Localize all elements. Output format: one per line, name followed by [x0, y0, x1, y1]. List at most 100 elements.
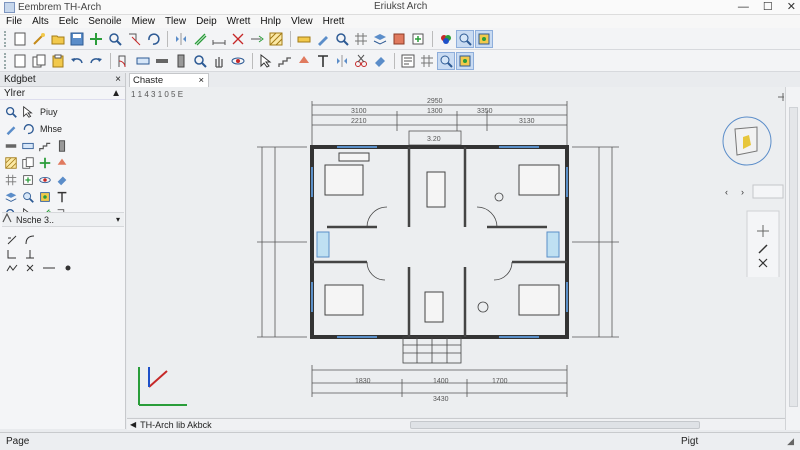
palette-collapse-button[interactable]: ▲ [111, 87, 121, 99]
stretch-button[interactable] [125, 30, 143, 48]
line-snap-icon[interactable] [6, 234, 18, 246]
navigation-cube[interactable]: ‹ › [685, 87, 785, 277]
resize-grip-icon[interactable]: ◢ [787, 436, 794, 447]
tab-document[interactable]: Chaste Eniniteh × [129, 73, 209, 99]
pen-icon[interactable] [4, 122, 18, 136]
snap-button[interactable] [475, 29, 493, 48]
horizontal-scrollbar[interactable] [410, 421, 700, 429]
perpendicular-icon[interactable] [24, 248, 36, 260]
palette-close-button[interactable]: × [115, 73, 121, 86]
scroll-left-icon[interactable]: ◀ [130, 420, 136, 429]
open-button[interactable] [49, 30, 67, 48]
cut-button[interactable] [352, 52, 370, 70]
color-button[interactable] [437, 30, 455, 48]
close-tab-icon[interactable]: × [198, 74, 204, 87]
menu-hnlp[interactable]: Hnlp [260, 16, 281, 27]
pan-button[interactable] [210, 52, 228, 70]
menu-deip[interactable]: Deip [196, 16, 217, 27]
toolbar-grip[interactable] [4, 30, 8, 47]
property-button[interactable] [399, 52, 417, 70]
rotate-button[interactable] [144, 30, 162, 48]
window-button[interactable] [134, 52, 152, 70]
copy-icon[interactable] [21, 156, 35, 170]
arc-snap-icon[interactable] [24, 234, 36, 246]
flip-button[interactable] [295, 52, 313, 70]
zoom-icon[interactable] [4, 105, 18, 119]
vertical-scrollbar[interactable] [785, 87, 800, 430]
stair-icon[interactable] [38, 139, 52, 153]
column-button[interactable] [172, 52, 190, 70]
move-button[interactable] [87, 30, 105, 48]
layout-tab-label[interactable]: TH-Arch lib Akbck [140, 420, 212, 430]
grid-icon[interactable] [4, 173, 18, 187]
polyline-icon[interactable] [6, 262, 18, 274]
maximize-button[interactable]: ☐ [763, 0, 773, 14]
minimize-button[interactable]: — [738, 0, 749, 14]
line-icon[interactable] [42, 262, 56, 274]
hatch-button[interactable] [267, 30, 285, 48]
text-button[interactable] [314, 52, 332, 70]
text-icon[interactable] [55, 190, 69, 204]
move-icon[interactable] [38, 156, 52, 170]
new-button[interactable] [11, 52, 29, 70]
insert-button[interactable] [409, 30, 427, 48]
menu-miew[interactable]: Miew [132, 16, 155, 27]
scrollbar-thumb[interactable] [789, 107, 798, 407]
copy-button[interactable] [30, 52, 48, 70]
mirror-button[interactable] [333, 52, 351, 70]
snap-button[interactable] [456, 51, 474, 70]
menu-tlew[interactable]: Tlew [165, 16, 186, 27]
menu-wrett[interactable]: Wrett [227, 16, 251, 27]
menu-alts[interactable]: Alts [32, 16, 49, 27]
zoom-window-button[interactable] [456, 29, 474, 48]
grid-button[interactable] [418, 52, 436, 70]
trim-button[interactable] [229, 30, 247, 48]
select-icon[interactable] [21, 105, 35, 119]
window-icon[interactable] [21, 139, 35, 153]
menu-file[interactable]: File [6, 16, 22, 27]
drawing-canvas[interactable]: 1 1 4 3 1 0 5 E 2950 3100 1300 3350 2210… [127, 87, 785, 417]
close-window-button[interactable]: ✕ [787, 0, 796, 14]
new-button[interactable] [11, 30, 29, 48]
grid-button[interactable] [352, 30, 370, 48]
zoom-window-button[interactable] [437, 51, 455, 70]
hatch-icon[interactable] [4, 156, 18, 170]
magic-button[interactable] [30, 30, 48, 48]
flip-icon[interactable] [55, 156, 69, 170]
palette-dropdown[interactable]: Nsche 3.. ▾ [2, 212, 124, 227]
save-button[interactable] [68, 30, 86, 48]
layer-icon[interactable] [4, 190, 18, 204]
nav-right-arrow[interactable]: › [741, 187, 744, 197]
block-button[interactable] [390, 30, 408, 48]
toolbar-grip[interactable] [4, 52, 8, 69]
zoom-window-icon[interactable] [21, 190, 35, 204]
column-icon[interactable] [55, 139, 69, 153]
dimension-button[interactable] [210, 30, 228, 48]
snap-icon[interactable] [38, 190, 52, 204]
zoom-button[interactable] [333, 30, 351, 48]
point-icon[interactable] [62, 262, 74, 274]
paste-button[interactable] [49, 52, 67, 70]
menu-vlew[interactable]: Vlew [291, 16, 313, 27]
orbit-button[interactable] [229, 52, 247, 70]
select-button[interactable] [257, 52, 275, 70]
redo-button[interactable] [87, 52, 105, 70]
zoom-button[interactable] [191, 52, 209, 70]
undo-button[interactable] [68, 52, 86, 70]
menu-hrett[interactable]: Hrett [323, 16, 345, 27]
wall-icon[interactable] [4, 139, 18, 153]
stair-button[interactable] [276, 52, 294, 70]
insert-icon[interactable] [21, 173, 35, 187]
paint-button[interactable] [371, 52, 389, 70]
zoom-button[interactable] [106, 30, 124, 48]
orbit-icon[interactable] [38, 173, 52, 187]
mirror-button[interactable] [172, 30, 190, 48]
extend-button[interactable] [248, 30, 266, 48]
measure-button[interactable] [295, 30, 313, 48]
nav-left-arrow[interactable]: ‹ [725, 187, 728, 197]
pen-button[interactable] [314, 30, 332, 48]
ortho-icon[interactable] [6, 248, 18, 260]
menu-eelc[interactable]: Eelc [59, 16, 78, 27]
menu-senoile[interactable]: Senoile [88, 16, 121, 27]
wall-button[interactable] [153, 52, 171, 70]
